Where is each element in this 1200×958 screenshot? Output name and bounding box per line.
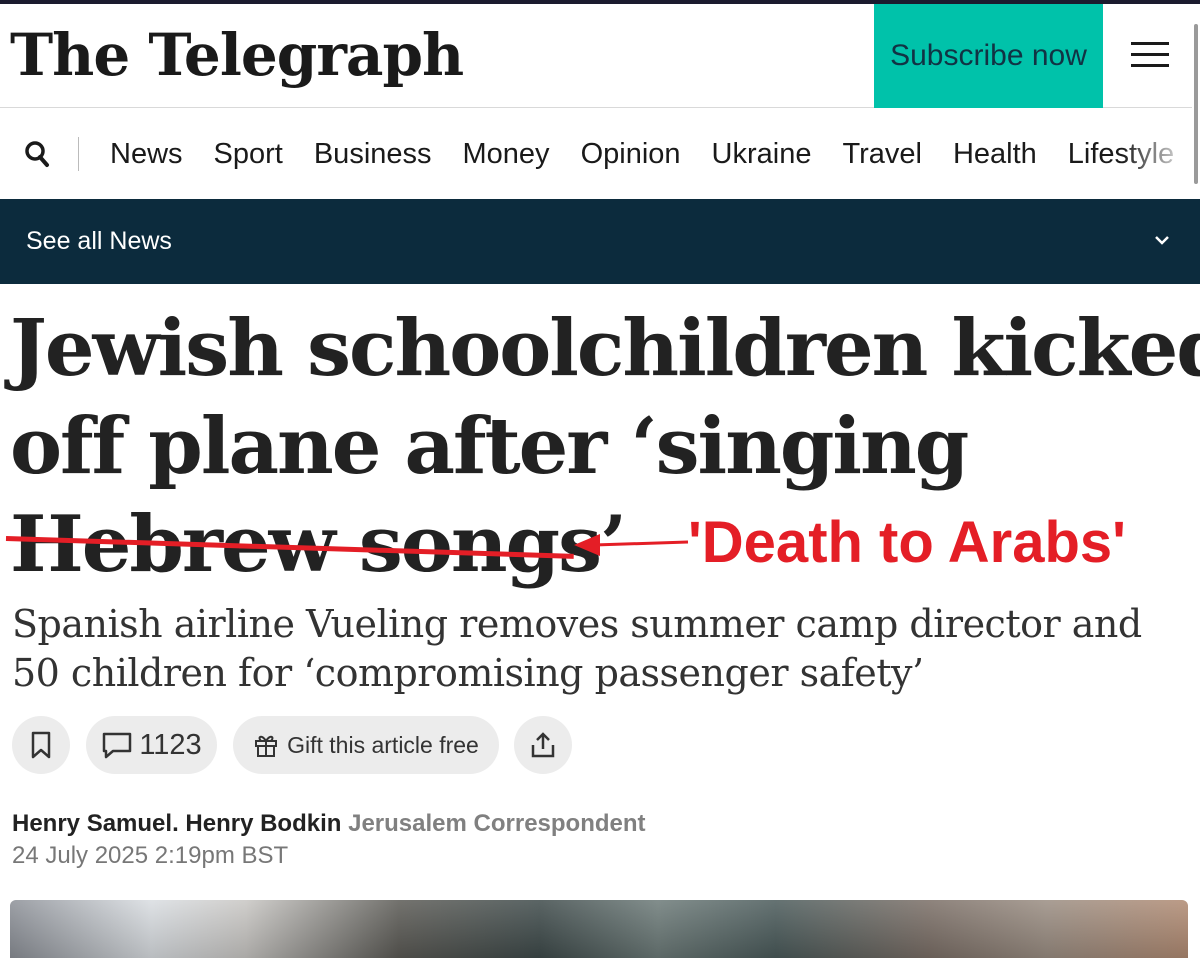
standfirst-line: Spanish airline Vueling removes summer c…: [12, 602, 1142, 646]
article-hero-image: [10, 900, 1188, 958]
author-link[interactable]: Henry Samuel.: [12, 810, 179, 837]
nav-item-business[interactable]: Business: [314, 134, 432, 174]
comment-count: 1123: [139, 728, 202, 761]
nav-item-sport[interactable]: Sport: [214, 134, 283, 174]
gift-icon: [255, 735, 278, 757]
hamburger-menu-icon[interactable]: [1131, 42, 1171, 72]
bookmark-icon: [31, 731, 51, 759]
author-link[interactable]: Henry Bodkin: [185, 810, 341, 837]
nav-items: News Sport Business Money Opinion Ukrain…: [110, 134, 1174, 174]
nav-divider: [78, 137, 79, 171]
annotation-text: 'Death to Arabs': [688, 510, 1126, 575]
publish-date: 24 July 2025 2:19pm BST: [12, 842, 289, 869]
search-icon[interactable]: [24, 139, 52, 171]
headline-line: off plane after ‘singing: [10, 401, 969, 492]
section-dropdown-bar[interactable]: See all News: [0, 199, 1200, 284]
comments-button[interactable]: 1123: [86, 716, 217, 774]
telegraph-logo[interactable]: The Telegraph: [10, 20, 464, 90]
chevron-down-icon: [1155, 236, 1169, 245]
scrollbar[interactable]: [1192, 4, 1200, 186]
share-icon: [531, 732, 555, 758]
section-bar-label: See all News: [26, 227, 172, 255]
nav-item-money[interactable]: Money: [463, 134, 550, 174]
main-navigation: News Sport Business Money Opinion Ukrain…: [0, 109, 1192, 199]
subscribe-button[interactable]: Subscribe now: [874, 4, 1103, 108]
red-arrow-annotation: [574, 534, 689, 556]
nav-item-health[interactable]: Health: [953, 134, 1037, 174]
nav-item-opinion[interactable]: Opinion: [581, 134, 681, 174]
gift-label: Gift this article free: [287, 731, 479, 758]
byline: Henry Samuel. Henry Bodkin Jerusalem Cor…: [12, 808, 646, 840]
share-button[interactable]: [514, 716, 572, 774]
gift-article-button[interactable]: Gift this article free: [233, 716, 499, 774]
headline-line: Jewish schoolchildren kicked: [10, 303, 1200, 394]
nav-item-travel[interactable]: Travel: [842, 134, 922, 174]
nav-item-news[interactable]: News: [110, 134, 183, 174]
nav-item-ukraine[interactable]: Ukraine: [712, 134, 812, 174]
standfirst-line: 50 children for ‘compromising passenger …: [12, 651, 924, 695]
article-standfirst: Spanish airline Vueling removes summer c…: [12, 600, 1182, 698]
comment-icon: [103, 732, 132, 759]
nav-fade-overlay: [1122, 109, 1192, 199]
bookmark-button[interactable]: [12, 716, 70, 774]
author-role: Jerusalem Correspondent: [348, 810, 646, 837]
site-header: The Telegraph Subscribe now: [0, 4, 1192, 108]
